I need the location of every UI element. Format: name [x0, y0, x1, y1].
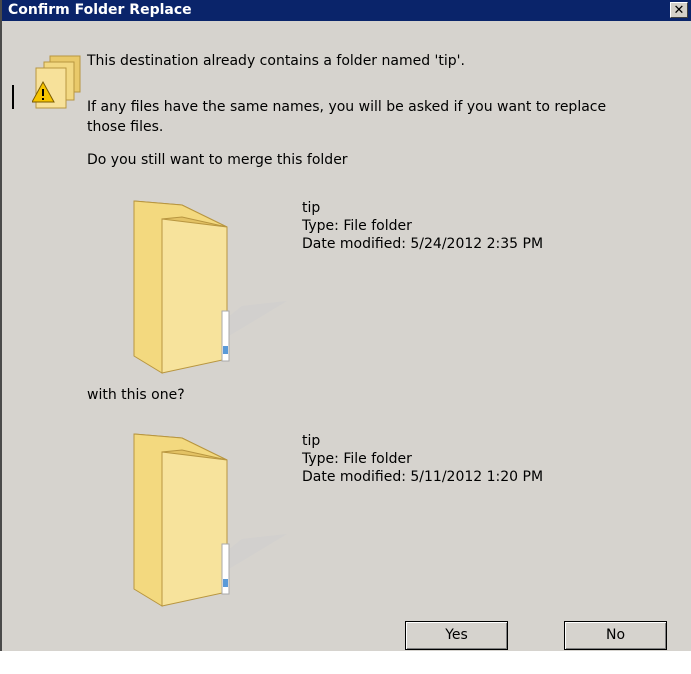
source-folder-name: tip — [302, 200, 321, 216]
folder-icon — [133, 200, 287, 376]
no-button[interactable]: No — [564, 621, 667, 650]
with-this-one-label: with this one? — [87, 387, 185, 403]
close-button[interactable]: ✕ — [670, 2, 688, 18]
source-folder-type: Type: File folder — [302, 218, 412, 234]
message-line-3: Do you still want to merge this folder — [87, 152, 348, 168]
message-line-2a: If any files have the same names, you wi… — [87, 99, 607, 115]
warning-folder-icon — [32, 55, 81, 109]
title-bar: Confirm Folder Replace ✕ — [2, 0, 691, 21]
window-title: Confirm Folder Replace — [8, 2, 192, 18]
folder-icon — [133, 433, 287, 609]
yes-button[interactable]: Yes — [405, 621, 508, 650]
message-line-1: This destination already contains a fold… — [87, 53, 465, 69]
target-folder-option[interactable]: tip Type: File folder Date modified: 5/1… — [122, 424, 582, 609]
target-folder-name: tip — [302, 433, 321, 449]
dialog-body: This destination already contains a fold… — [2, 21, 691, 651]
text-caret — [12, 85, 14, 109]
close-icon: ✕ — [673, 3, 685, 18]
message-line-2b: those files. — [87, 119, 164, 135]
confirm-folder-replace-dialog: Confirm Folder Replace ✕ This destinatio… — [0, 0, 691, 651]
target-folder-type: Type: File folder — [302, 451, 412, 467]
source-folder-modified: Date modified: 5/24/2012 2:35 PM — [302, 236, 544, 252]
target-folder-modified: Date modified: 5/11/2012 1:20 PM — [302, 469, 544, 485]
source-folder-option[interactable]: tip Type: File folder Date modified: 5/2… — [122, 191, 582, 376]
